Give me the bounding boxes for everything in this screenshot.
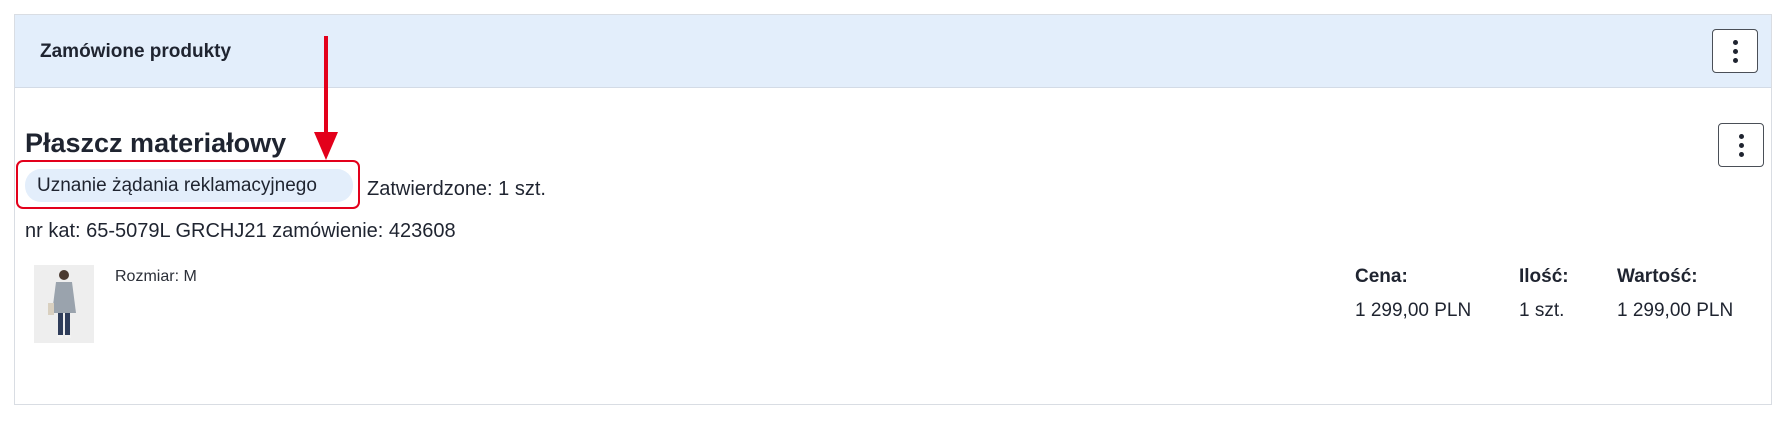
product-name: Płaszcz materiałowy bbox=[25, 128, 287, 158]
total-column: Wartość: 1 299,00 PLN bbox=[1617, 266, 1733, 322]
approved-quantity: Zatwierdzone: 1 szt. bbox=[367, 178, 546, 200]
header-menu-button[interactable] bbox=[1712, 29, 1758, 73]
product-thumbnail[interactable] bbox=[34, 265, 94, 343]
quantity-value: 1 szt. bbox=[1519, 300, 1565, 321]
product-size: Rozmiar: M bbox=[115, 268, 197, 285]
product-menu-button[interactable] bbox=[1718, 123, 1764, 167]
kebab-dot bbox=[1732, 48, 1738, 54]
kebab-dot bbox=[1738, 142, 1744, 148]
price-value: 1 299,00 PLN bbox=[1355, 300, 1472, 321]
price-column: Cena: 1 299,00 PLN bbox=[1355, 266, 1471, 322]
highlight-annotation: Uznanie żądania reklamacyjnego bbox=[16, 160, 360, 209]
quantity-label: Ilość: bbox=[1519, 266, 1569, 287]
kebab-dot bbox=[1738, 151, 1744, 157]
quantity-column: Ilość: 1 szt. bbox=[1519, 266, 1569, 322]
total-value: 1 299,00 PLN bbox=[1617, 300, 1734, 321]
price-label: Cena: bbox=[1355, 266, 1408, 287]
total-label: Wartość: bbox=[1617, 266, 1698, 287]
kebab-vertical-icon bbox=[1732, 39, 1738, 45]
ordered-products-panel: Zamówione produkty bbox=[14, 14, 1772, 405]
status-badge: Uznanie żądania reklamacyjnego bbox=[25, 169, 353, 202]
kebab-dot bbox=[1732, 57, 1738, 63]
panel-title: Zamówione produkty bbox=[40, 41, 232, 62]
panel-header: Zamówione produkty bbox=[15, 15, 1771, 88]
catalog-number: nr kat: 65-5079L GRCHJ21 zamówienie: 423… bbox=[25, 220, 456, 242]
annotation-arrow-icon bbox=[314, 36, 338, 160]
kebab-vertical-icon bbox=[1738, 133, 1744, 139]
coat-image bbox=[34, 265, 94, 343]
